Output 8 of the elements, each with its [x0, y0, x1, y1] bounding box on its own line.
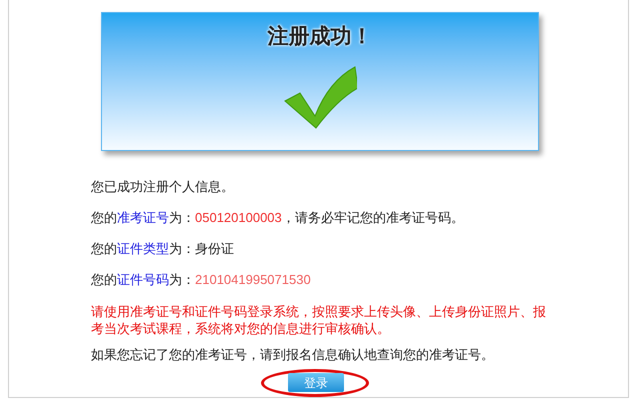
help-text: 如果您忘记了您的准考证号，请到报名信息确认地查询您的准考证号。: [91, 347, 495, 363]
info-line: 您的准考证号为：050120100003，请务必牢记您的准考证号码。: [91, 209, 465, 227]
info-line: 您的证件类型为：身份证: [91, 240, 235, 258]
info-line: 您已成功注册个人信息。: [91, 178, 235, 196]
notice-text: 请使用准考证号和证件号码登录系统，按照要求上传头像、上传身份证照片、报考当次考试课程，系统将对您的信息进行审核确认。: [91, 303, 547, 337]
info-line: 您的证件号码为：2101041995071530: [91, 271, 312, 289]
login-button[interactable]: 登录: [288, 373, 344, 392]
banner-title: 注册成功！: [268, 24, 372, 50]
